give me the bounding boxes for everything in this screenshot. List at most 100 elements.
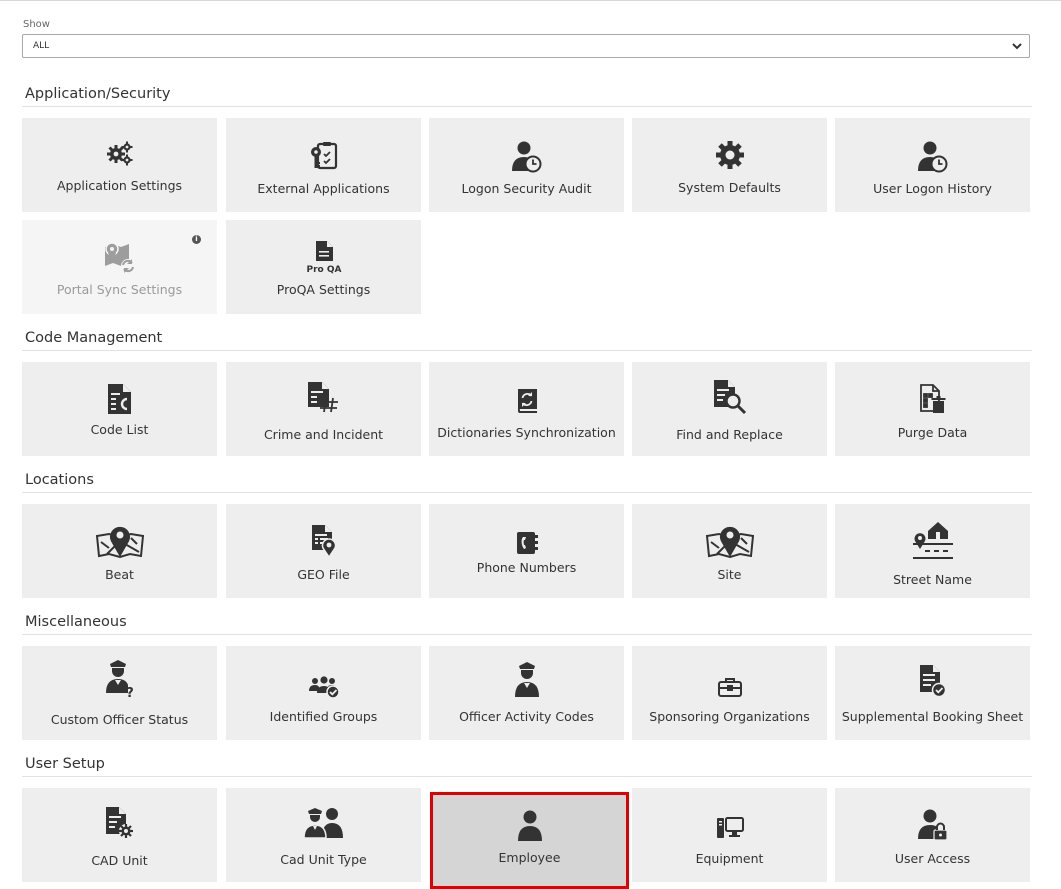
- map-pin-icon: [705, 526, 754, 558]
- computer-icon: [716, 817, 744, 838]
- tile-label: Supplemental Booking Sheet: [841, 709, 1024, 724]
- tile-logon-security-audit[interactable]: Logon Security Audit: [429, 118, 624, 212]
- tile-custom-officer-status[interactable]: ? Custom Officer Status: [22, 646, 217, 740]
- show-filter-select[interactable]: ALL: [22, 34, 1030, 58]
- tile-portal-sync-settings[interactable]: i Portal Sync Settings: [22, 220, 217, 314]
- tile-label: User Logon History: [873, 181, 992, 196]
- tile-crime-and-incident[interactable]: Crime and Incident: [226, 362, 421, 456]
- tile-label: Logon Security Audit: [461, 181, 592, 196]
- tile-application-settings[interactable]: Application Settings: [22, 118, 217, 212]
- tile-label: Sponsoring Organizations: [649, 709, 810, 724]
- tile-label: External Applications: [257, 181, 390, 196]
- tile-user-logon-history[interactable]: User Logon History: [835, 118, 1030, 212]
- tile-label: Identified Groups: [269, 709, 378, 724]
- section-code-management: Code Management: [22, 329, 1032, 351]
- house-street-icon: [912, 522, 953, 559]
- tile-label: Site: [717, 567, 742, 582]
- tile-label: Officer Activity Codes: [459, 709, 594, 724]
- section-title: Miscellaneous: [25, 614, 127, 630]
- section-title: Code Management: [25, 330, 163, 346]
- tile-label: CAD Unit: [91, 853, 148, 868]
- section-title: User Setup: [25, 756, 105, 772]
- tile-label: Cad Unit Type: [280, 852, 367, 867]
- tile-label: Crime and Incident: [263, 427, 384, 442]
- svg-text:?: ?: [126, 686, 134, 699]
- user-icon: [517, 810, 542, 841]
- tile-label: Purge Data: [897, 425, 968, 440]
- tile-cad-unit[interactable]: CAD Unit: [22, 788, 217, 882]
- tile-code-list[interactable]: Code List: [22, 362, 217, 456]
- document-check-icon: [919, 665, 946, 698]
- tile-label: Portal Sync Settings: [56, 282, 183, 297]
- book-sync-icon: [517, 389, 537, 413]
- section-title: Application/Security: [25, 86, 171, 102]
- tile-label: Street Name: [893, 572, 972, 587]
- show-filter-value: ALL: [33, 41, 50, 51]
- officer-icon: [514, 662, 539, 697]
- section-divider: [22, 492, 1032, 493]
- tile-label: Code List: [90, 422, 149, 437]
- tile-equipment[interactable]: Equipment: [632, 788, 827, 882]
- section-title: Locations: [25, 472, 94, 488]
- tile-label: Application Settings: [56, 178, 183, 193]
- section-divider: [22, 106, 1032, 107]
- document-hash-icon: [307, 382, 338, 413]
- tile-employee[interactable]: Employee: [430, 792, 629, 889]
- map-sync-icon: [104, 242, 135, 273]
- user-clock-icon: [917, 141, 947, 173]
- tile-label: Beat: [105, 567, 134, 582]
- tile-officer-activity-codes[interactable]: Officer Activity Codes: [429, 646, 624, 740]
- tile-label: Employee: [498, 850, 561, 865]
- section-locations: Locations: [22, 471, 1032, 493]
- tile-beat[interactable]: Beat: [22, 504, 217, 598]
- tile-label: Custom Officer Status: [50, 712, 189, 727]
- tile-phone-numbers[interactable]: Phone Numbers: [429, 504, 624, 598]
- app-key-icon: [310, 142, 337, 170]
- user-lock-icon: [917, 809, 948, 841]
- tile-label: Find and Replace: [676, 427, 783, 442]
- top-divider: [0, 0, 1061, 1]
- tile-dictionaries-synchronization[interactable]: Dictionaries Synchronization: [429, 362, 624, 456]
- tile-site[interactable]: Site: [632, 504, 827, 598]
- tile-label: User Access: [894, 851, 971, 866]
- user-clock-icon: [511, 141, 541, 173]
- tile-cad-unit-type[interactable]: Cad Unit Type: [226, 788, 421, 882]
- gear-icon: [715, 141, 744, 169]
- tile-label: Equipment: [695, 851, 764, 866]
- section-miscellaneous: Miscellaneous: [22, 613, 1032, 635]
- tile-external-applications[interactable]: External Applications: [226, 118, 421, 212]
- tile-system-defaults[interactable]: System Defaults: [632, 118, 827, 212]
- tile-proqa-settings[interactable]: Pro QA ProQA Settings: [226, 220, 421, 314]
- group-check-icon: [308, 676, 340, 699]
- document-code-icon: [107, 384, 131, 414]
- tile-label: Phone Numbers: [476, 560, 577, 575]
- section-divider: [22, 776, 1032, 777]
- tile-sponsoring-organizations[interactable]: Sponsoring Organizations: [632, 646, 827, 740]
- document-pin-icon: [311, 525, 336, 558]
- phonebook-icon: [516, 532, 538, 554]
- tile-label: ProQA Settings: [276, 282, 371, 297]
- tile-label: GEO File: [297, 567, 350, 582]
- tile-purge-data[interactable]: Purge Data: [835, 362, 1030, 456]
- tile-label: System Defaults: [678, 180, 781, 195]
- document-trash-icon: [919, 384, 945, 413]
- section-user-setup: User Setup: [22, 755, 1032, 777]
- tile-supplemental-booking-sheet[interactable]: Supplemental Booking Sheet: [835, 646, 1030, 740]
- chevron-down-icon: [1012, 43, 1022, 50]
- show-filter-label: Show: [23, 19, 50, 30]
- tile-user-access[interactable]: User Access: [835, 788, 1030, 882]
- gears-icon: [106, 141, 132, 166]
- proqa-document-icon: Pro QA: [306, 241, 341, 275]
- tile-identified-groups[interactable]: Identified Groups: [226, 646, 421, 740]
- tile-find-and-replace[interactable]: Find and Replace: [632, 362, 827, 456]
- document-gear-icon: [105, 807, 133, 838]
- map-pin-icon: [95, 526, 144, 558]
- tile-label: Dictionaries Synchronization: [437, 425, 616, 440]
- section-divider: [22, 350, 1032, 351]
- section-divider: [22, 634, 1032, 635]
- tile-geo-file[interactable]: GEO File: [226, 504, 421, 598]
- document-search-icon: [713, 380, 746, 415]
- proqa-badge: Pro QA: [306, 265, 341, 275]
- officers-icon: [303, 808, 343, 839]
- tile-street-name[interactable]: Street Name: [835, 504, 1030, 598]
